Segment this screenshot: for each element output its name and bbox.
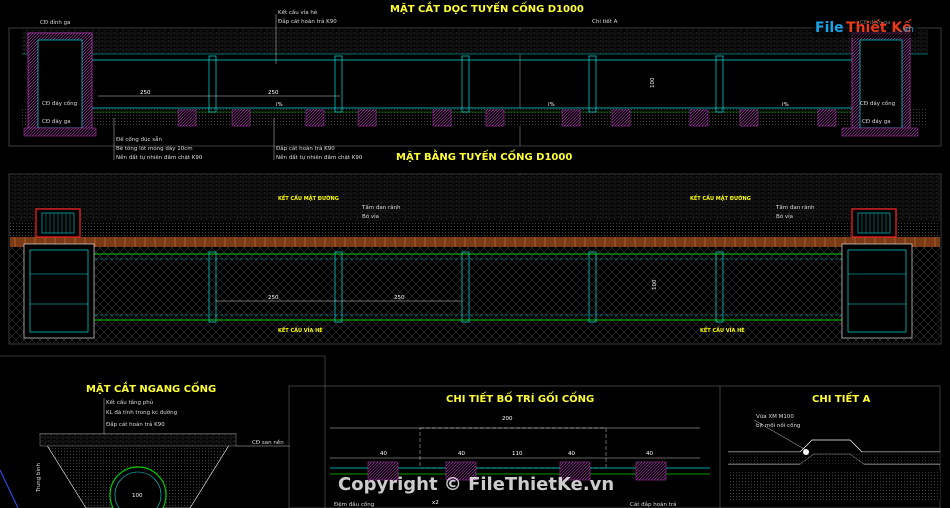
- plan-dim-2: 250: [394, 295, 405, 301]
- long-label-bottom-pipe-right: CĐ đáy cống: [860, 100, 895, 107]
- manhole-right-plan: [841, 243, 913, 339]
- detail-a-label-1: Vữa XM M100: [756, 414, 794, 420]
- long-slope-1: i%: [276, 102, 283, 108]
- cross-title: MẶT CẮT NGANG CỐNG: [86, 380, 216, 395]
- plan-curb-label-2b: Bó vỉa: [776, 213, 793, 220]
- plan-sidewalk-hatch: [10, 247, 940, 343]
- long-note-5: Nền đất tự nhiên đầm chặt K90: [276, 153, 363, 161]
- logo-vn-text: .vn: [900, 25, 914, 35]
- plan-walk-label-1: KẾT CẤU VỈA HÈ: [278, 326, 323, 334]
- long-label-bottom-pipe-left: CĐ đáy cống: [42, 100, 77, 107]
- plan-view: MẶT BẰNG TUYẾN CỐNG D1000 KẾT CẤU MẶT ĐƯ…: [8, 148, 942, 345]
- long-label-top-well-left: CĐ đỉnh ga: [40, 19, 70, 26]
- logo-file-text: File: [815, 20, 844, 36]
- detail-a-label-2: bịt mối nối cống: [756, 422, 800, 429]
- manhole-left-plan: [23, 243, 95, 339]
- long-note-2: Bê tông lót móng dày 10cm: [116, 145, 193, 152]
- plan-road-label-1: KẾT CẤU MẶT ĐƯỜNG: [278, 194, 339, 202]
- long-dim-2: 250: [268, 90, 279, 96]
- long-dim-vertical: 100: [650, 77, 656, 88]
- saddle-dim-3: 110: [512, 451, 523, 457]
- cross-label-4: CĐ san nền: [252, 438, 284, 446]
- long-label-bottom-well-left: CĐ đáy ga: [42, 118, 71, 125]
- grate-left: [35, 208, 81, 238]
- long-note-1: Đế cống đúc sẵn: [116, 136, 162, 143]
- cross-label-2: KL đá tính trong kc đường: [106, 409, 177, 416]
- grate-right: [851, 208, 897, 238]
- saddle-dim-1: 40: [380, 451, 387, 457]
- longitudinal-title: MẶT CẮT DỌC TUYẾN CỐNG D1000: [390, 0, 584, 15]
- long-note-3: Nền đất tự nhiên đầm chặt K90: [116, 153, 203, 161]
- long-label-bottom-well-right: CĐ đáy ga: [862, 118, 891, 125]
- saddle-title: CHI TIẾT BỐ TRÍ GỐI CỐNG: [446, 390, 594, 405]
- plan-road-label-2: KẾT CẤU MẶT ĐƯỜNG: [690, 194, 751, 202]
- saddle-note-1: Đệm đầu cống: [334, 500, 374, 508]
- plan-curb-label-1b: Bó vỉa: [362, 213, 379, 220]
- plan-title: MẶT BẰNG TUYẾN CỐNG D1000: [396, 148, 572, 163]
- cross-label-1: Kết cấu tầng phủ: [106, 398, 153, 406]
- copyright-watermark: Copyright © FileThietKe.vn: [338, 474, 614, 495]
- plan-curb-label-2: Tấm đan rãnh: [775, 204, 815, 211]
- cross-section: MẶT CẮT NGANG CỐNG Kết cấu tầng phủ KL đ…: [0, 355, 326, 508]
- saddle-note-2: Cát đắp hoàn trả: [630, 501, 676, 508]
- long-label-asphalt: Kết cấu vỉa hè: [278, 9, 318, 16]
- saddle-dim-5: 40: [646, 451, 653, 457]
- detail-a: CHI TIẾT A Vữa XM M100 bịt mối nối cống: [728, 390, 940, 500]
- plan-curb-label-1: Tấm đan rãnh: [361, 204, 401, 211]
- long-slope-3: i%: [782, 102, 789, 108]
- long-label-detail-a: Chi tiết A: [592, 18, 618, 25]
- longitudinal-section: MẶT CẮT DỌC TUYẾN CỐNG D1000 250 250 i% …: [8, 0, 942, 161]
- saddle-dim-4: 40: [568, 451, 575, 457]
- bedding-layer-long: [22, 108, 928, 126]
- plan-curb: [10, 237, 940, 247]
- road-layer-long: [22, 30, 928, 54]
- cross-label-3: Đắp cát hoàn trả K90: [106, 421, 165, 428]
- cross-label-5: Trung bình: [35, 462, 42, 493]
- plan-dim-vertical: 100: [652, 279, 658, 290]
- filethietke-logo: File Thiết Kế .vn: [812, 16, 918, 38]
- long-slope-2: i%: [548, 102, 555, 108]
- long-note-4: Đắp cát hoàn trả K90: [276, 145, 335, 152]
- cross-dia: 100: [132, 493, 143, 499]
- cad-drawing-canvas: MẶT CẮT DỌC TUYẾN CỐNG D1000 250 250 i% …: [0, 0, 942, 508]
- saddle-dim-top: 200: [502, 416, 513, 422]
- plan-gutter: [10, 221, 940, 237]
- detail-a-title: CHI TIẾT A: [812, 390, 871, 405]
- long-dim-1: 250: [140, 90, 151, 96]
- plan-road-hatch: [10, 175, 940, 221]
- long-label-backfill-top: Đắp cát hoàn trả K90: [278, 18, 337, 25]
- plan-walk-label-2: KẾT CẤU VỈA HÈ: [700, 326, 745, 334]
- saddle-bottom-label: x2: [432, 500, 439, 506]
- plan-dim-1: 250: [268, 295, 279, 301]
- saddle-dim-2: 40: [458, 451, 465, 457]
